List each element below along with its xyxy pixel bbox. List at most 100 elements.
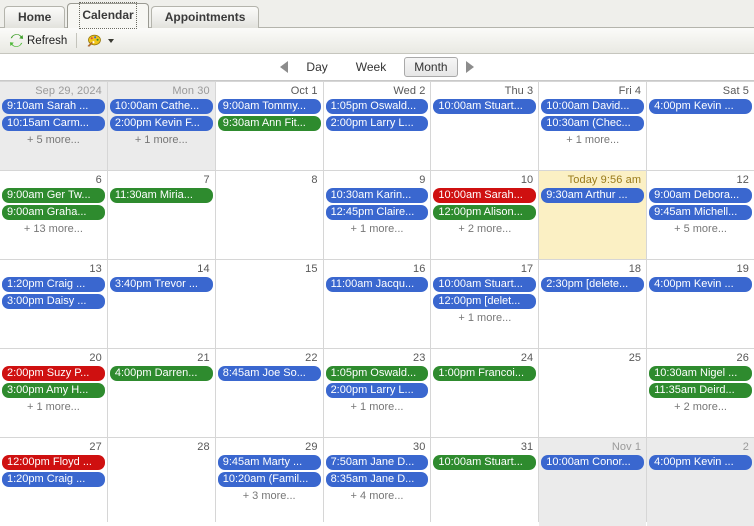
day-cell[interactable]: Sep 29, 2024 9:10am Sarah ... 10:15am Carm… — [0, 82, 107, 170]
day-cell[interactable]: 12 9:00am Debora... 9:45am Michell... + 5 m… — [647, 171, 754, 259]
more-events-link[interactable]: + 13 more... — [0, 222, 107, 236]
event-pill[interactable]: 3:00pm Daisy ... — [2, 294, 105, 309]
day-cell[interactable]: 30 7:50am Jane D... 8:35am Jane D... + 4 mo… — [323, 438, 431, 526]
day-cell[interactable]: 29 9:45am Marty ... 10:20am (Famil... + 3 m… — [215, 438, 323, 526]
event-pill[interactable]: 10:00am Conor... — [541, 455, 645, 470]
day-cell[interactable]: Fri 4 10:00am David... 10:30am (Chec... + 1… — [539, 82, 647, 170]
day-cell[interactable]: Sat 5 4:00pm Kevin ... — [647, 82, 754, 170]
more-events-link[interactable]: + 3 more... — [216, 489, 323, 503]
event-pill[interactable]: 10:15am Carm... — [2, 116, 105, 131]
event-pill[interactable]: 10:00am David... — [541, 99, 645, 114]
event-pill[interactable]: 9:30am Arthur ... — [541, 188, 645, 203]
event-pill[interactable]: 10:00am Stuart... — [433, 277, 537, 292]
more-events-link[interactable]: + 1 more... — [0, 400, 107, 414]
tab-home[interactable]: Home — [4, 6, 66, 28]
more-events-link[interactable]: + 1 more... — [324, 222, 431, 236]
event-pill[interactable]: 8:45am Joe So... — [217, 366, 321, 381]
more-events-link[interactable]: + 1 more... — [431, 311, 538, 325]
day-cell[interactable]: 8 — [215, 171, 323, 259]
palette-button[interactable] — [82, 31, 118, 51]
event-pill[interactable]: 9:10am Sarah ... — [2, 99, 105, 114]
event-pill[interactable]: 10:00am Stuart... — [433, 455, 537, 470]
event-pill[interactable]: 9:30am Ann Fit... — [217, 116, 321, 131]
day-cell[interactable]: 28 — [107, 438, 215, 526]
event-pill[interactable]: 12:00pm Floyd ... — [2, 455, 105, 470]
more-events-link[interactable]: + 2 more... — [431, 222, 538, 236]
day-cell[interactable]: 23 1:05pm Oswald... 2:00pm Larry L... + 1 m… — [323, 349, 431, 437]
event-pill[interactable]: 10:30am (Chec... — [541, 116, 645, 131]
event-pill[interactable]: 11:00am Jacqu... — [325, 277, 429, 292]
day-cell[interactable]: 17 10:00am Stuart... 12:00pm [delet... + 1 … — [431, 260, 539, 348]
day-cell[interactable]: 20 2:00pm Suzy P... 3:00pm Amy H... + 1 mor… — [0, 349, 107, 437]
event-pill[interactable]: 7:50am Jane D... — [325, 455, 429, 470]
day-cell[interactable]: 31 10:00am Stuart... — [431, 438, 539, 526]
event-pill[interactable]: 1:20pm Craig ... — [2, 277, 105, 292]
event-pill[interactable]: 9:00am Tommy... — [217, 99, 321, 114]
day-cell[interactable]: Mon 30 10:00am Cathe... 2:00pm Kevin F... +… — [107, 82, 215, 170]
more-events-link[interactable]: + 1 more... — [108, 133, 215, 147]
day-cell[interactable]: 18 2:30pm [delete... — [539, 260, 647, 348]
day-cell[interactable]: 9 10:30am Karin... 12:45pm Claire... + 1 mo… — [323, 171, 431, 259]
day-cell[interactable]: 24 1:00pm Francoi... — [431, 349, 539, 437]
tab-calendar[interactable]: Calendar — [67, 2, 149, 29]
event-pill[interactable]: 2:00pm Larry L... — [325, 116, 429, 131]
event-pill[interactable]: 4:00pm Kevin ... — [649, 99, 752, 114]
event-pill[interactable]: 9:00am Ger Tw... — [2, 188, 105, 203]
event-pill[interactable]: 12:00pm Alison... — [433, 205, 537, 220]
event-pill[interactable]: 1:00pm Francoi... — [433, 366, 537, 381]
day-cell[interactable]: 10 10:00am Sarah... 12:00pm Alison... + 2 m… — [431, 171, 539, 259]
day-cell[interactable]: 27 12:00pm Floyd ... 1:20pm Craig ... — [0, 438, 107, 526]
more-events-link[interactable]: + 2 more... — [647, 400, 754, 414]
day-cell[interactable]: 7 11:30am Miria... — [107, 171, 215, 259]
more-events-link[interactable]: + 4 more... — [324, 489, 431, 503]
event-pill[interactable]: 9:00am Debora... — [649, 188, 752, 203]
day-cell[interactable]: 21 4:00pm Darren... — [107, 349, 215, 437]
next-period-button[interactable] — [465, 61, 474, 73]
view-button-month[interactable]: Month — [404, 57, 458, 77]
chevron-down-icon[interactable] — [108, 38, 115, 43]
tab-appointments[interactable]: Appointments — [150, 6, 260, 28]
event-pill[interactable]: 2:30pm [delete... — [541, 277, 645, 292]
event-pill[interactable]: 10:20am (Famil... — [217, 472, 321, 487]
event-pill[interactable]: 10:30am Karin... — [325, 188, 429, 203]
event-pill[interactable]: 12:00pm [delet... — [433, 294, 537, 309]
event-pill[interactable]: 10:00am Sarah... — [433, 188, 537, 203]
event-pill[interactable]: 11:30am Miria... — [109, 188, 213, 203]
refresh-button[interactable]: Refresh — [5, 31, 71, 51]
day-cell[interactable]: Oct 1 9:00am Tommy... 9:30am Ann Fit... — [215, 82, 323, 170]
prev-period-button[interactable] — [280, 61, 289, 73]
event-pill[interactable]: 8:35am Jane D... — [325, 472, 429, 487]
day-cell[interactable]: 22 8:45am Joe So... — [215, 349, 323, 437]
event-pill[interactable]: 1:05pm Oswald... — [325, 366, 429, 381]
day-cell[interactable]: Nov 1 10:00am Conor... — [539, 438, 647, 526]
day-cell[interactable]: 6 9:00am Ger Tw... 9:00am Graha... + 13 mor… — [0, 171, 107, 259]
day-cell[interactable]: 26 10:30am Nigel ... 11:35am Deird... + 2 m… — [647, 349, 754, 437]
event-pill[interactable]: 2:00pm Kevin F... — [109, 116, 213, 131]
day-cell[interactable]: Thu 3 10:00am Stuart... — [431, 82, 539, 170]
event-pill[interactable]: 10:00am Stuart... — [433, 99, 537, 114]
day-cell[interactable]: Wed 2 1:05pm Oswald... 2:00pm Larry L... — [323, 82, 431, 170]
more-events-link[interactable]: + 1 more... — [324, 400, 431, 414]
event-pill[interactable]: 2:00pm Larry L... — [325, 383, 429, 398]
more-events-link[interactable]: + 5 more... — [647, 222, 754, 236]
day-cell[interactable]: 15 — [215, 260, 323, 348]
event-pill[interactable]: 4:00pm Kevin ... — [649, 455, 752, 470]
event-pill[interactable]: 3:40pm Trevor ... — [109, 277, 213, 292]
day-cell[interactable]: 13 1:20pm Craig ... 3:00pm Daisy ... — [0, 260, 107, 348]
event-pill[interactable]: 11:35am Deird... — [649, 383, 752, 398]
day-cell[interactable]: 14 3:40pm Trevor ... — [107, 260, 215, 348]
day-cell-today[interactable]: Today 9:56 am 9:30am Arthur ... — [539, 171, 647, 259]
event-pill[interactable]: 9:45am Michell... — [649, 205, 752, 220]
day-cell[interactable]: 25 — [539, 349, 647, 437]
view-button-week[interactable]: Week — [346, 57, 396, 77]
event-pill[interactable]: 9:00am Graha... — [2, 205, 105, 220]
event-pill[interactable]: 12:45pm Claire... — [325, 205, 429, 220]
event-pill[interactable]: 2:00pm Suzy P... — [2, 366, 105, 381]
event-pill[interactable]: 10:00am Cathe... — [109, 99, 213, 114]
event-pill[interactable]: 9:45am Marty ... — [217, 455, 321, 470]
view-button-day[interactable]: Day — [296, 57, 337, 77]
more-events-link[interactable]: + 1 more... — [539, 133, 646, 147]
day-cell[interactable]: 16 11:00am Jacqu... — [323, 260, 431, 348]
day-cell[interactable]: 19 4:00pm Kevin ... — [647, 260, 754, 348]
event-pill[interactable]: 1:05pm Oswald... — [325, 99, 429, 114]
